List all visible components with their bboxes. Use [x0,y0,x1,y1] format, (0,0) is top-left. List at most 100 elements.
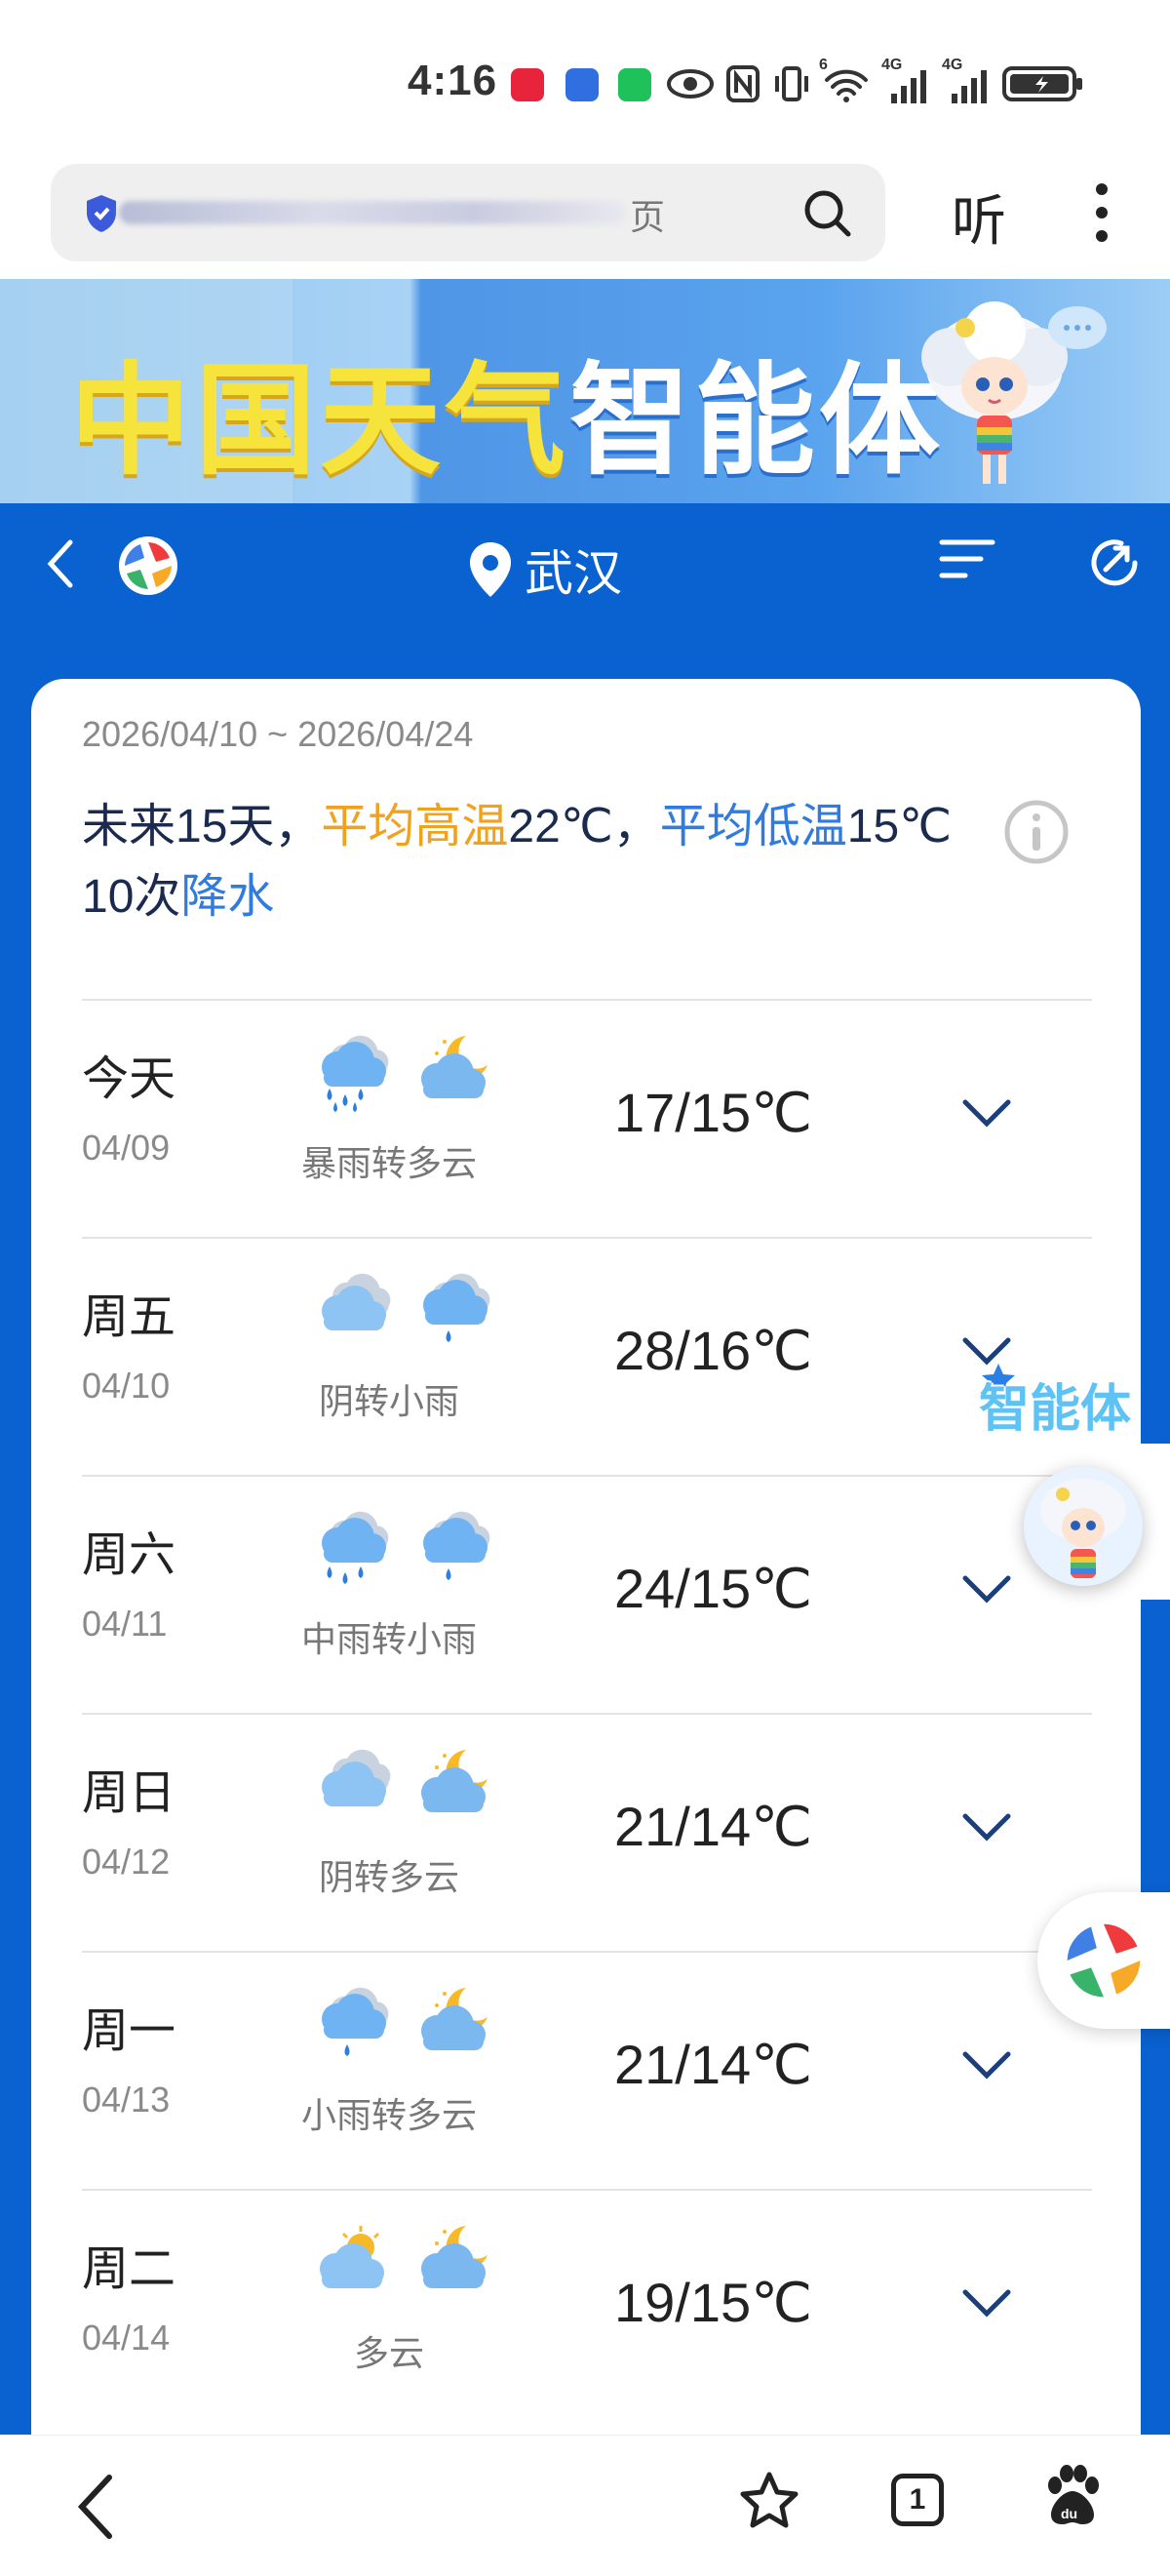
ai-agent-label[interactable]: 智能体 [979,1367,1131,1441]
vibrate-icon [775,66,808,101]
chevron-down-icon[interactable] [961,2288,1012,2319]
day-label: 今天 [82,1053,176,1105]
light-rain-icon [423,1273,490,1342]
summary-high-label: 平均高温 [321,801,509,852]
signal-icon: 4G [881,57,930,103]
weather-icon-night [410,1270,499,1365]
cloud-mascot-icon [921,301,1107,484]
day-date: 04/14 [82,2318,171,2358]
night-cloudy-icon [421,1036,488,1098]
forecast-row[interactable]: 周二 04/14 多云 19/15℃ [82,2189,1092,2427]
app-notification-icon [566,68,599,101]
location-pin-icon [470,542,511,597]
floating-logo-button[interactable] [1037,1892,1170,2029]
signal-icon: 4G [942,57,991,103]
nav-back-icon[interactable] [74,2472,117,2542]
weather-icon-night [410,1032,499,1127]
wifi-badge: 6 [819,57,828,73]
chevron-down-icon[interactable] [961,1812,1012,1843]
weather-icon-night [410,1746,499,1841]
back-icon[interactable] [41,535,80,593]
nfc-icon [726,65,760,102]
listen-button[interactable]: 听 [952,178,1006,257]
summary-prefix: 未来15天， [82,801,322,852]
forecast-row[interactable]: 周一 04/13 小雨转多云 21/14℃ [82,1951,1092,2189]
weather-icon-day [308,1270,398,1365]
forecast-row[interactable]: 周六 04/11 中雨转小雨 24/15℃ [82,1475,1092,1713]
app-logo-icon [1067,1923,1141,1998]
weather-icon-night [410,1984,499,2079]
weather-icon-day [308,1984,398,2079]
app-notification-icon [511,68,544,101]
app-logo-icon[interactable] [117,535,179,597]
temperature-range: 19/15℃ [614,2272,813,2333]
tabs-count-button[interactable]: 1 [891,2474,944,2526]
weather-icon-day [308,2222,398,2317]
summary-low-value: 15℃ [846,801,953,852]
share-icon[interactable] [1086,535,1143,591]
summary-high-value: 22℃， [508,801,660,852]
overcast-icon [322,1749,391,1806]
date-range: 2026/04/10 ~ 2026/04/24 [82,714,474,754]
weather-icon-day [308,1032,398,1127]
forecast-row[interactable]: 周日 04/12 阴转多云 21/14℃ [82,1713,1092,1951]
chevron-down-icon[interactable] [961,1098,1012,1129]
info-icon[interactable] [1002,798,1071,866]
weather-icon-night [410,1508,499,1603]
heavy-rain-icon [322,1035,389,1112]
banner-title-part1: 中国天气 [70,354,570,489]
chevron-down-icon[interactable] [961,1574,1012,1605]
day-date: 04/09 [82,1128,171,1168]
ai-side-tab [1139,1444,1170,1600]
shield-icon [87,195,116,232]
night-cloudy-icon [421,1750,488,1812]
baidu-paw-icon[interactable]: du [1041,2464,1104,2528]
day-date: 04/11 [82,1604,168,1644]
day-date: 04/10 [82,1366,171,1406]
temperature-range: 21/14℃ [614,2034,813,2095]
temperature-range: 21/14℃ [614,1796,813,1857]
status-bar: 4:16 6 4G 4G [0,0,1170,166]
promo-banner[interactable]: 中国天气智能体 [0,279,1170,503]
overcast-icon [322,1273,391,1330]
day-label: 周二 [82,2243,176,2295]
temperature-range: 24/15℃ [614,1558,813,1619]
summary-rain-count: 10次 [82,871,181,923]
weather-description: 小雨转多云 [300,2095,477,2135]
temperature-range: 28/16℃ [614,1320,813,1381]
day-label: 周日 [82,1767,176,1819]
light-rain-icon [322,1987,389,2056]
svg-text:du: du [1061,2506,1077,2521]
day-label: 周六 [82,1529,176,1581]
forecast-row[interactable]: 周五 04/10 阴转小雨 28/16℃ [82,1237,1092,1475]
banner-title-part2: 智能体 [569,354,945,489]
light-rain-icon [423,1511,490,1580]
day-label: 周一 [82,2005,176,2057]
battery-icon [1002,66,1082,101]
summary-low-label: 平均低温 [659,801,847,852]
location-selector[interactable]: 武汉 [468,535,622,605]
city-name: 武汉 [525,546,622,601]
menu-list-icon[interactable] [938,535,996,583]
chevron-down-icon[interactable] [961,2050,1012,2081]
weather-icon-day [308,1508,398,1603]
status-time: 4:16 [408,57,498,104]
forecast-row[interactable]: 今天 04/09 暴雨转多云 17/15℃ [82,999,1092,1237]
ai-agent-avatar[interactable] [1024,1467,1143,1586]
search-icon[interactable] [801,187,852,238]
more-icon[interactable] [1092,181,1112,244]
weather-description: 阴转多云 [318,1857,459,1897]
weather-description: 多云 [353,2333,424,2373]
cloud-mascot-icon [1040,1479,1126,1578]
bottom-nav [0,2435,1170,2576]
weather-description: 暴雨转多云 [300,1143,477,1183]
weather-icon-day [308,1746,398,1841]
address-bar[interactable]: 页 [51,164,885,261]
day-label: 周五 [82,1291,176,1343]
url-blurred [119,201,626,224]
system-icons: 6 4G 4G [667,57,1084,107]
wechat-icon [618,68,651,101]
temperature-range: 17/15℃ [614,1082,813,1143]
night-cloudy-icon [421,2226,488,2288]
bookmark-star-icon[interactable] [737,2470,801,2534]
